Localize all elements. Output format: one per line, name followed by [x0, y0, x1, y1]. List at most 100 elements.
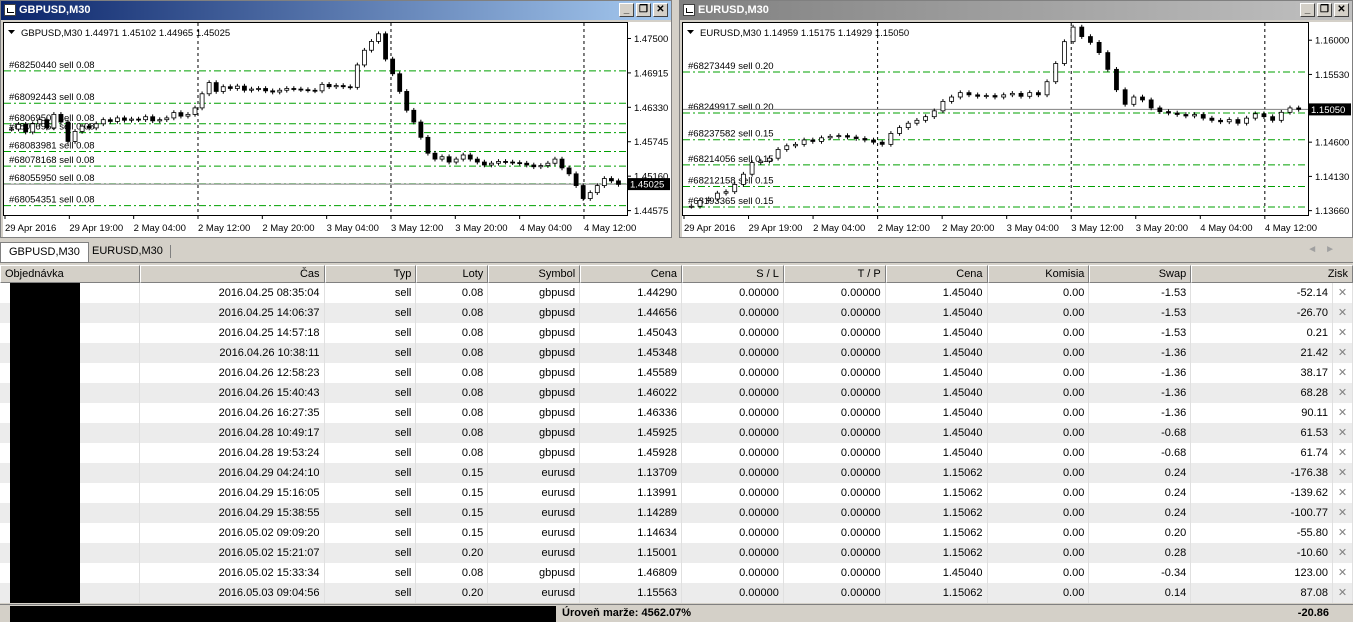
table-row[interactable]: 2016.04.26 15:40:43 sell 0.08 gbpusd 1.46022… [0, 383, 1353, 403]
close-order-icon[interactable]: ✕ [1333, 283, 1353, 303]
table-row[interactable]: 2016.04.28 19:53:24 sell 0.08 gbpusd 1.45928… [0, 443, 1353, 463]
table-row[interactable]: 2016.04.29 15:38:55 sell 0.15 eurusd 1.14289… [0, 503, 1353, 523]
chart-window-gbpusd[interactable]: GBPUSD,M30 _ ❐ ✕ 29 Apr 2016 29 Apr 19:00… [0, 0, 672, 238]
table-row[interactable]: 2016.04.28 10:49:17 sell 0.08 gbpusd 1.45925… [0, 423, 1353, 443]
table-cell: 1.44656 [580, 303, 682, 323]
close-order-icon[interactable]: ✕ [1333, 483, 1353, 503]
table-row[interactable]: 2016.04.26 16:27:35 sell 0.08 gbpusd 1.46336… [0, 403, 1353, 423]
column-header[interactable]: Typ [324, 265, 417, 283]
candle [1278, 111, 1284, 121]
candle [114, 117, 120, 122]
close-icon[interactable]: ✕ [1334, 3, 1349, 17]
price-chart[interactable]: 29 Apr 2016 29 Apr 19:00 2 May 04:00 2 May … [682, 22, 1352, 237]
table-cell: eurusd [488, 543, 581, 563]
table-row[interactable]: 2016.04.26 12:58:23 sell 0.08 gbpusd 1.45589… [0, 363, 1353, 383]
candle [270, 90, 276, 93]
minimize-icon[interactable]: _ [1300, 3, 1315, 17]
candle [1096, 41, 1102, 53]
column-header[interactable]: Loty [416, 265, 489, 283]
table-cell: eurusd [488, 583, 581, 603]
close-order-icon[interactable]: ✕ [1333, 303, 1353, 323]
table-cell: sell [325, 303, 417, 323]
candle [432, 152, 438, 160]
table-row[interactable]: 2016.05.02 15:33:34 sell 0.08 gbpusd 1.46809… [0, 563, 1353, 583]
candle [1018, 92, 1024, 97]
candle [510, 161, 516, 164]
table-cell: 0.00000 [682, 303, 784, 323]
table-cell: 2016.04.29 15:38:55 [140, 503, 325, 523]
candle [888, 133, 894, 145]
order-id-cell [0, 363, 140, 383]
table-cell: 0.00000 [784, 283, 886, 303]
table-cell: sell [325, 403, 417, 423]
chart-window-eurusd[interactable]: EURUSD,M30 _ ❐ ✕ 29 Apr 2016 29 Apr 19:00… [679, 0, 1353, 238]
column-header[interactable]: T / P [783, 265, 886, 283]
status-bar: Úroveň marže: 4562.07% -20.86 [0, 604, 1353, 622]
table-body: 2016.04.25 08:35:04 sell 0.08 gbpusd 1.44290… [0, 283, 1353, 603]
chart-titlebar[interactable]: GBPUSD,M30 _ ❐ ✕ [1, 1, 671, 20]
close-order-icon[interactable]: ✕ [1333, 383, 1353, 403]
time-label: 3 May 12:00 [1071, 223, 1123, 234]
table-cell: 0.08 [416, 363, 489, 383]
table-cell: 1.45040 [886, 383, 988, 403]
column-header[interactable]: Symbol [488, 265, 581, 283]
close-order-icon[interactable]: ✕ [1333, 363, 1353, 383]
close-order-icon[interactable]: ✕ [1333, 343, 1353, 363]
table-row[interactable]: 2016.04.26 10:38:11 sell 0.08 gbpusd 1.45348… [0, 343, 1353, 363]
close-order-icon[interactable]: ✕ [1333, 563, 1353, 583]
candle [552, 158, 558, 164]
close-order-icon[interactable]: ✕ [1333, 463, 1353, 483]
restore-icon[interactable]: ❐ [636, 3, 651, 17]
table-row[interactable]: 2016.05.03 09:04:56 sell 0.20 eurusd 1.15563… [0, 583, 1353, 603]
table-cell: 0.00000 [784, 543, 886, 563]
restore-icon[interactable]: ❐ [1317, 3, 1332, 17]
column-header[interactable]: Objednávka [0, 265, 140, 283]
table-cell: 0.00000 [784, 403, 886, 423]
price-chart[interactable]: 29 Apr 2016 29 Apr 19:00 2 May 04:00 2 May … [3, 22, 671, 237]
price-label: 1.46330 [634, 103, 668, 114]
minimize-icon[interactable]: _ [619, 3, 634, 17]
redacted-order-id [10, 383, 80, 403]
column-header[interactable]: Komisia [987, 265, 1090, 283]
table-cell: 0.00000 [682, 463, 784, 483]
column-header[interactable]: Zisk [1191, 265, 1353, 283]
close-order-icon[interactable]: ✕ [1333, 323, 1353, 343]
table-cell: 0.00000 [784, 383, 886, 403]
table-row[interactable]: 2016.04.25 14:06:37 sell 0.08 gbpusd 1.44656… [0, 303, 1353, 323]
candle [93, 123, 99, 129]
close-icon[interactable]: ✕ [653, 3, 668, 17]
column-header[interactable]: S / L [682, 265, 784, 283]
close-order-icon[interactable]: ✕ [1333, 503, 1353, 523]
column-header[interactable]: Cena [580, 265, 683, 283]
close-order-icon[interactable]: ✕ [1333, 403, 1353, 423]
price-label: 1.13660 [1315, 206, 1349, 217]
table-row[interactable]: 2016.05.02 15:21:07 sell 0.20 eurusd 1.15001… [0, 543, 1353, 563]
table-cell: sell [325, 323, 417, 343]
table-row[interactable]: 2016.04.25 14:57:18 sell 0.08 gbpusd 1.45043… [0, 323, 1353, 343]
tab-gbpusd[interactable]: GBPUSD,M30 [0, 242, 89, 262]
close-order-icon[interactable]: ✕ [1333, 523, 1353, 543]
time-label: 3 May 12:00 [391, 223, 443, 234]
column-header[interactable]: Čas [139, 265, 325, 283]
table-cell: 1.45040 [886, 443, 988, 463]
table-row[interactable]: 2016.04.25 08:35:04 sell 0.08 gbpusd 1.44290… [0, 283, 1353, 303]
close-order-icon[interactable]: ✕ [1333, 423, 1353, 443]
table-cell: 1.15062 [886, 543, 988, 563]
tab-scroll-arrows[interactable]: ◄► [1307, 244, 1343, 255]
tab-eurusd[interactable]: EURUSD,M30 [84, 242, 171, 262]
chart-titlebar[interactable]: EURUSD,M30 _ ❐ ✕ [680, 1, 1352, 20]
close-order-icon[interactable]: ✕ [1333, 443, 1353, 463]
candle [1148, 99, 1154, 109]
table-row[interactable]: 2016.04.29 15:16:05 sell 0.15 eurusd 1.13991… [0, 483, 1353, 503]
column-header[interactable]: Cena [885, 265, 988, 283]
redacted-order-id [10, 483, 80, 503]
candle [706, 198, 712, 201]
table-row[interactable]: 2016.04.29 04:24:10 sell 0.15 eurusd 1.13709… [0, 463, 1353, 483]
table-cell: 1.46022 [580, 383, 682, 403]
close-order-icon[interactable]: ✕ [1333, 543, 1353, 563]
time-label: 3 May 04:00 [327, 223, 379, 234]
table-row[interactable]: 2016.05.02 09:09:20 sell 0.15 eurusd 1.14634… [0, 523, 1353, 543]
column-header[interactable]: Swap [1089, 265, 1192, 283]
order-line-label: #68250440 sell 0.08 [9, 60, 95, 71]
close-order-icon[interactable]: ✕ [1333, 583, 1353, 603]
